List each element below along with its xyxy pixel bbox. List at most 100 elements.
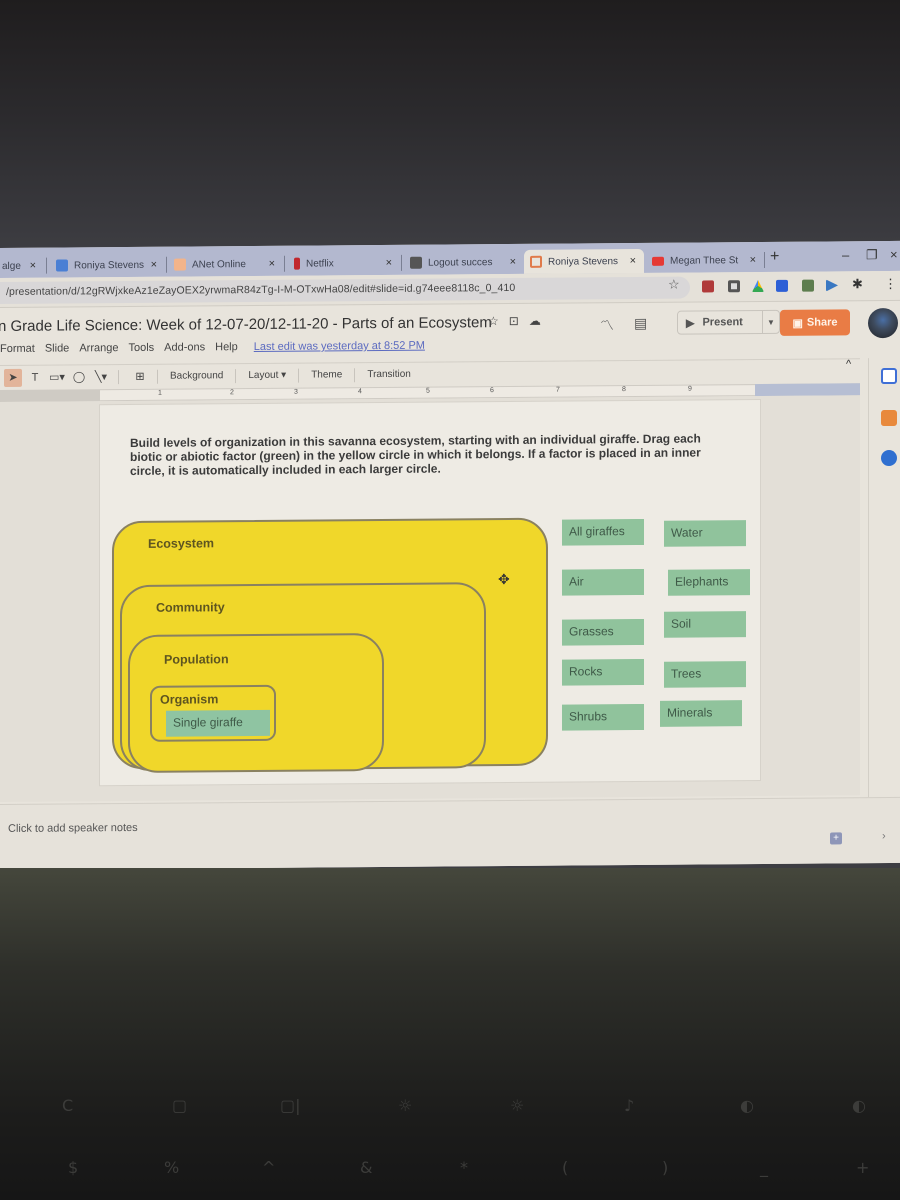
theme-button[interactable]: Theme bbox=[307, 369, 346, 380]
explore-add-icon[interactable]: + bbox=[830, 832, 842, 845]
close-tab-icon[interactable]: × bbox=[510, 256, 516, 268]
keyboard-key: ☼ bbox=[398, 1096, 413, 1115]
share-label: Share bbox=[806, 316, 838, 329]
slide-canvas: Build levels of organization in this sav… bbox=[0, 395, 860, 802]
factor-card-shrubs[interactable]: Shrubs bbox=[562, 703, 644, 731]
share-button[interactable]: ▣ Share bbox=[780, 309, 850, 336]
browser-tab[interactable]: Megan Thee St × bbox=[646, 248, 764, 273]
browser-tab[interactable]: Logout succes × bbox=[404, 250, 524, 275]
restore-button[interactable]: ❐ bbox=[866, 247, 878, 263]
factor-card-minerals[interactable]: Minerals bbox=[660, 700, 742, 727]
browser-tab-active[interactable]: Roniya Stevens × bbox=[524, 248, 644, 274]
star-icon[interactable]: ☆ bbox=[488, 314, 499, 328]
keyboard-key: ◐ bbox=[740, 1096, 754, 1115]
keyboard-key: C bbox=[62, 1096, 74, 1115]
extension-icon[interactable] bbox=[728, 280, 740, 293]
menu-slide[interactable]: Slide bbox=[45, 342, 69, 354]
menu-help[interactable]: Help bbox=[215, 341, 238, 353]
text-box-icon[interactable]: T bbox=[26, 368, 44, 386]
factor-card-single-giraffe[interactable]: Single giraffe bbox=[166, 709, 270, 737]
factor-card-elephants[interactable]: Elephants bbox=[668, 569, 750, 596]
present-button-group: ▶ Present ▼ bbox=[677, 309, 780, 335]
line-icon[interactable]: ╲▾ bbox=[92, 368, 110, 386]
comments-icon[interactable]: ▤ bbox=[634, 315, 647, 335]
transition-button[interactable]: Transition bbox=[363, 369, 415, 380]
browser-tab[interactable]: Roniya Stevens × bbox=[50, 253, 165, 278]
google-calendar-icon[interactable] bbox=[881, 367, 897, 385]
extensions-puzzle-icon[interactable]: ✱ bbox=[852, 276, 863, 292]
toolbar-divider bbox=[298, 368, 300, 383]
side-panel bbox=[868, 357, 900, 819]
factor-card-grasses[interactable]: Grasses bbox=[562, 618, 644, 646]
keyboard-key: % bbox=[164, 1158, 180, 1177]
move-to-folder-icon[interactable]: ⊡ bbox=[509, 314, 519, 328]
account-avatar[interactable] bbox=[868, 307, 898, 339]
browser-menu-icon[interactable]: ⋮ bbox=[884, 276, 897, 292]
address-bar[interactable]: /presentation/d/12gRWjxkeAz1eZayOEX2yrwm… bbox=[0, 276, 690, 304]
last-edit-link[interactable]: Last edit was yesterday at 8:52 PM bbox=[254, 340, 425, 353]
tab-title: Roniya Stevens bbox=[548, 255, 619, 268]
browser-tab[interactable]: alge × bbox=[0, 254, 44, 278]
extension-icon[interactable] bbox=[776, 279, 788, 292]
google-drive-icon[interactable] bbox=[752, 280, 764, 292]
menu-tools[interactable]: Tools bbox=[128, 342, 154, 354]
play-extension-icon[interactable] bbox=[826, 279, 838, 291]
google-slides-icon bbox=[530, 255, 542, 268]
factor-card-soil[interactable]: Soil bbox=[664, 611, 746, 638]
browser-tab[interactable]: ANet Online × bbox=[168, 252, 283, 277]
collapse-menus-icon[interactable]: ^ bbox=[846, 358, 851, 370]
google-keep-icon[interactable] bbox=[881, 409, 897, 427]
present-label: Present bbox=[702, 316, 743, 329]
shape-icon[interactable]: ◯ bbox=[70, 368, 88, 386]
ecosystem-label: Ecosystem bbox=[148, 536, 215, 551]
google-classroom-icon[interactable] bbox=[802, 279, 814, 292]
slide-instructions[interactable]: Build levels of organization in this sav… bbox=[130, 431, 730, 478]
extension-icon[interactable] bbox=[702, 280, 714, 293]
ruler-number: 1 bbox=[158, 389, 162, 397]
toolbar-divider bbox=[118, 369, 119, 384]
menu-add-ons[interactable]: Add-ons bbox=[164, 341, 205, 353]
menu-arrange[interactable]: Arrange bbox=[79, 342, 118, 354]
close-tab-icon[interactable]: × bbox=[269, 258, 275, 270]
bookmark-star-icon[interactable]: ☆ bbox=[668, 277, 680, 293]
menu-bar: Format Slide Arrange Tools Add-ons Help … bbox=[0, 340, 425, 355]
population-label: Population bbox=[164, 652, 229, 667]
google-docs-icon bbox=[56, 259, 68, 272]
keyboard-key: + bbox=[856, 1158, 870, 1177]
factor-card-air[interactable]: Air bbox=[562, 568, 644, 596]
factor-card-water[interactable]: Water bbox=[664, 520, 746, 547]
expand-side-panel-icon[interactable]: › bbox=[882, 830, 886, 842]
present-button[interactable]: ▶ Present bbox=[678, 311, 763, 334]
menu-format[interactable]: Format bbox=[0, 343, 35, 355]
cloud-status-icon[interactable]: ☁ bbox=[529, 314, 541, 328]
activity-dashboard-icon[interactable]: 〽 bbox=[600, 315, 614, 335]
factor-card-all-giraffes[interactable]: All giraffes bbox=[562, 518, 644, 546]
speaker-notes-input[interactable]: Click to add speaker notes bbox=[8, 822, 138, 835]
close-tab-icon[interactable]: × bbox=[630, 255, 636, 267]
add-comment-icon[interactable]: ⊞ bbox=[131, 367, 149, 385]
close-tab-icon[interactable]: × bbox=[750, 254, 756, 266]
tab-title: Netflix bbox=[306, 257, 334, 270]
close-tab-icon[interactable]: × bbox=[151, 259, 157, 271]
insert-image-icon[interactable]: ▭▾ bbox=[48, 368, 66, 386]
minimize-button[interactable]: – bbox=[842, 247, 849, 262]
close-tab-icon[interactable]: × bbox=[30, 260, 36, 272]
tab-divider bbox=[284, 255, 285, 272]
youtube-icon bbox=[652, 256, 664, 266]
keyboard-key: & bbox=[360, 1158, 373, 1177]
factor-card-rocks[interactable]: Rocks bbox=[562, 658, 644, 686]
header-icons: 〽 ▤ bbox=[600, 315, 647, 335]
slide[interactable]: Build levels of organization in this sav… bbox=[100, 400, 760, 786]
present-options-dropdown[interactable]: ▼ bbox=[763, 317, 779, 326]
new-tab-button[interactable]: + bbox=[770, 248, 779, 266]
google-tasks-icon[interactable] bbox=[881, 449, 897, 467]
select-cursor-icon[interactable]: ➤ bbox=[4, 368, 22, 387]
close-window-button[interactable]: × bbox=[890, 247, 898, 262]
close-tab-icon[interactable]: × bbox=[386, 257, 392, 269]
background-button[interactable]: Background bbox=[166, 370, 227, 381]
layout-button[interactable]: Layout ▾ bbox=[244, 370, 290, 381]
browser-tab[interactable]: Netflix × bbox=[288, 251, 400, 276]
address-bar-row: /presentation/d/12gRWjxkeAz1eZayOEX2yrwm… bbox=[0, 270, 900, 308]
presentation-title[interactable]: n Grade Life Science: Week of 12-07-20/1… bbox=[0, 314, 492, 335]
factor-card-trees[interactable]: Trees bbox=[664, 661, 746, 688]
